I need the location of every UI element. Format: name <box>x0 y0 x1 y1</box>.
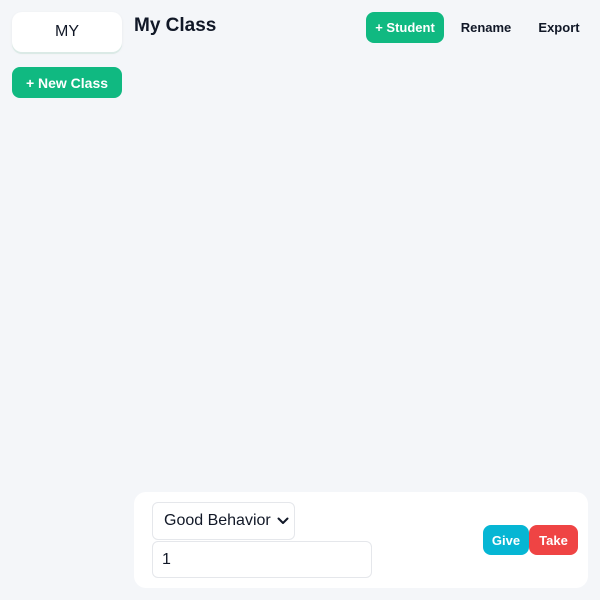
app-root: MY + New Class My Class + Student Rename… <box>0 0 600 600</box>
take-button[interactable]: Take <box>529 525 578 555</box>
points-input[interactable] <box>152 541 372 578</box>
rename-button[interactable]: Rename <box>454 12 518 43</box>
page-title: My Class <box>134 15 217 36</box>
export-button[interactable]: Export <box>530 12 588 43</box>
behavior-select-value: Good Behavior <box>164 512 271 529</box>
behavior-select[interactable]: Good Behavior <box>152 502 295 540</box>
new-class-button[interactable]: + New Class <box>12 67 122 98</box>
points-action-panel: Good Behavior Give Take <box>134 492 588 588</box>
chevron-down-icon <box>272 502 294 540</box>
give-button[interactable]: Give <box>483 525 529 555</box>
class-tab-my[interactable]: MY <box>12 12 122 52</box>
add-student-button[interactable]: + Student <box>366 12 444 43</box>
class-tab-label: MY <box>55 23 79 40</box>
